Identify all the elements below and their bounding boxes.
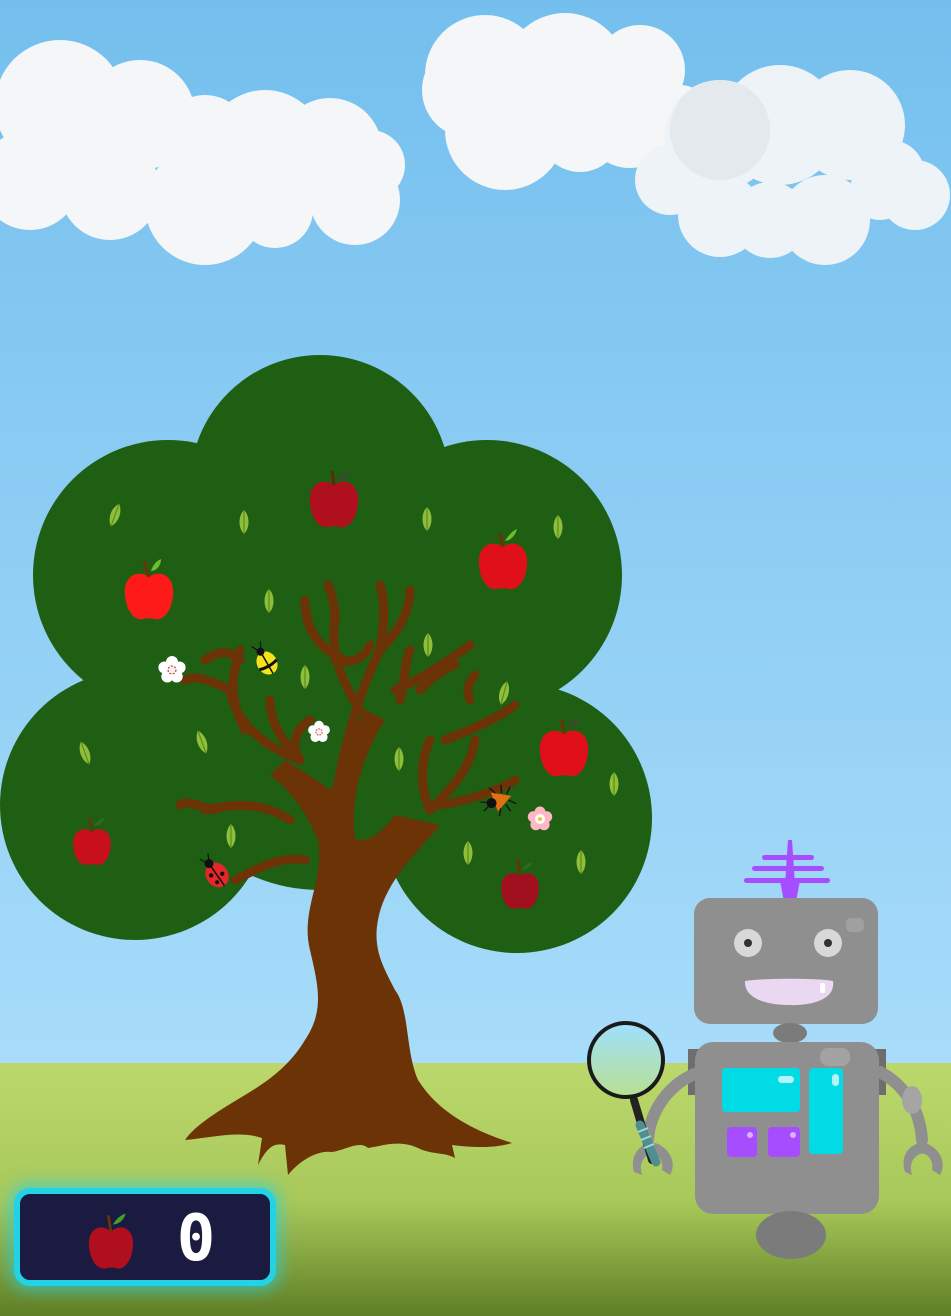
robot-body bbox=[695, 1042, 879, 1214]
apple-counter: 0 bbox=[14, 1188, 276, 1286]
apple-count-value: 0 bbox=[176, 1202, 216, 1276]
game-scene bbox=[0, 0, 951, 1316]
apple-icon bbox=[88, 1213, 134, 1269]
robot-head bbox=[694, 898, 878, 1024]
